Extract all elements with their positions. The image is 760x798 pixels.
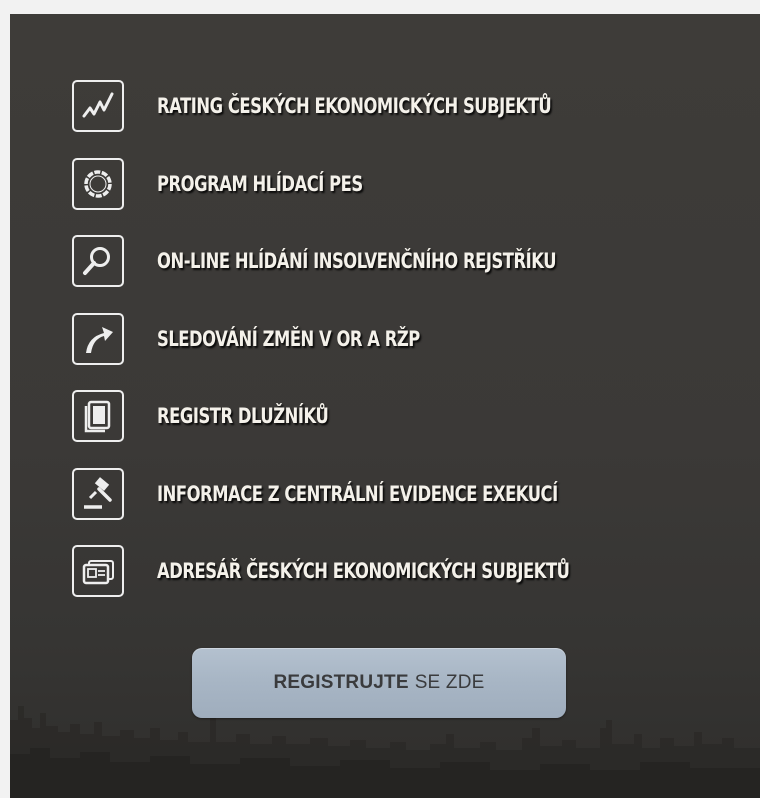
- feature-item-debtors[interactable]: REGISTR DLUŽNÍKŮ: [72, 388, 686, 444]
- feature-label: RATING ČESKÝCH EKONOMICKÝCH SUBJEKTŮ: [157, 94, 552, 118]
- feature-label: ON-LINE HLÍDÁNÍ INSOLVENČNÍHO REJSTŘÍKU: [157, 249, 557, 273]
- chart-line-icon: [72, 80, 124, 132]
- feature-item-insolvency[interactable]: ON-LINE HLÍDÁNÍ INSOLVENČNÍHO REJSTŘÍKU: [72, 233, 686, 289]
- register-button-bold-label: REGISTRUJTE: [273, 672, 409, 693]
- feature-label: INFORMACE Z CENTRÁLNÍ EVIDENCE EXEKUCÍ: [157, 481, 558, 506]
- feature-item-directory[interactable]: ADRESÁŘ ČESKÝCH EKONOMICKÝCH SUBJEKTŮ: [72, 543, 686, 599]
- register-button-label: SE ZDE: [414, 672, 485, 693]
- feature-item-changes[interactable]: SLEDOVÁNÍ ZMĚN V OR A RŽP: [72, 311, 686, 367]
- feature-list: RATING ČESKÝCH EKONOMICKÝCH SUBJEKTŮ PRO…: [72, 78, 686, 621]
- feature-label: ADRESÁŘ ČESKÝCH EKONOMICKÝCH SUBJEKTŮ: [157, 559, 570, 583]
- feature-item-rating[interactable]: RATING ČESKÝCH EKONOMICKÝCH SUBJEKTŮ: [72, 78, 686, 134]
- feature-label: PROGRAM HLÍDACÍ PES: [157, 171, 363, 196]
- feature-item-executions[interactable]: INFORMACE Z CENTRÁLNÍ EVIDENCE EXEKUCÍ: [72, 466, 686, 522]
- documents-icon: [72, 390, 124, 442]
- magnifier-icon: [72, 235, 124, 287]
- promo-panel: RATING ČESKÝCH EKONOMICKÝCH SUBJEKTŮ PRO…: [10, 14, 760, 798]
- feature-item-watchdog[interactable]: PROGRAM HLÍDACÍ PES: [72, 156, 686, 212]
- gavel-icon: [72, 467, 124, 520]
- address-card-icon: [72, 545, 124, 597]
- feature-label: REGISTR DLUŽNÍKŮ: [157, 404, 329, 428]
- watchdog-ring-icon: [72, 157, 124, 210]
- register-button[interactable]: REGISTRUJTE SE ZDE: [192, 648, 566, 718]
- feature-label: SLEDOVÁNÍ ZMĚN V OR A RŽP: [157, 326, 420, 351]
- curved-arrow-icon: [72, 312, 124, 365]
